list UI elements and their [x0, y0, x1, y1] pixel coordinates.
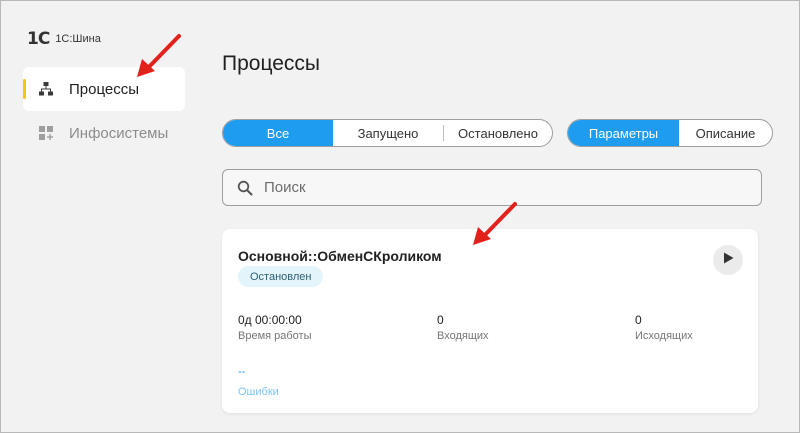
page-title: Процессы [222, 52, 321, 75]
state-filter: Все Запущено Остановлено [222, 119, 553, 147]
annotation-arrow-card [473, 202, 517, 245]
sidebar-item-label: Инфосистемы [69, 124, 169, 142]
errors-label[interactable]: Ошибки [238, 386, 279, 398]
tab-description[interactable]: Описание [679, 120, 772, 146]
start-button[interactable] [713, 245, 743, 275]
metric-value: 0 [437, 313, 444, 327]
metric-label: Входящих [437, 330, 489, 342]
play-icon [722, 251, 734, 269]
search-input[interactable] [262, 178, 742, 197]
view-tabs: Параметры Описание [567, 119, 773, 147]
sidebar-item-label: Процессы [69, 80, 140, 98]
tab-parameters[interactable]: Параметры [568, 120, 679, 146]
filter-running-button[interactable]: Запущено [333, 120, 443, 146]
metric-label: Исходящих [635, 330, 693, 342]
apps-add-icon [37, 124, 55, 142]
logo-mark: 1С [27, 29, 50, 49]
filter-stopped-button[interactable]: Остановлено [444, 120, 552, 146]
app-logo: 1С 1С:Шина [27, 29, 101, 49]
sitemap-icon [37, 80, 55, 98]
process-name: Основной::ОбменСКроликом [238, 248, 442, 264]
process-card[interactable]: Основной::ОбменСКроликом Остановлен 0д 0… [222, 229, 758, 413]
errors-value[interactable]: -- [238, 366, 245, 378]
metric-outgoing: 0 Исходящих [635, 313, 693, 342]
metric-uptime: 0д 00:00:00 Время работы [238, 313, 312, 342]
filter-all-button[interactable]: Все [223, 120, 333, 146]
metric-incoming: 0 Входящих [437, 313, 489, 342]
app-title: 1С:Шина [55, 33, 101, 45]
metric-label: Время работы [238, 330, 312, 342]
metric-value: 0 [635, 313, 642, 327]
annotation-arrow-sidebar [137, 34, 181, 77]
sidebar-item-infosystems[interactable]: Инфосистемы [23, 111, 185, 155]
status-badge: Остановлен [238, 266, 324, 287]
metric-value: 0д 00:00:00 [238, 313, 302, 327]
search-icon [237, 180, 253, 196]
